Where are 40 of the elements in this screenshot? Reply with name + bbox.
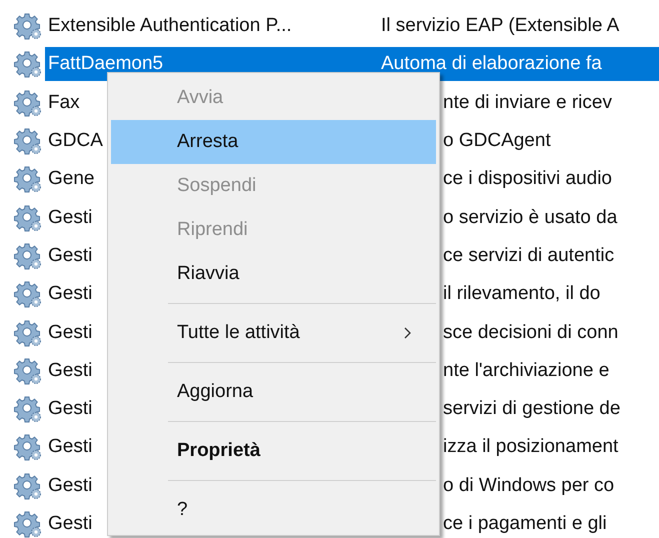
service-name: Gesti: [48, 398, 92, 420]
gear-icon: [14, 242, 42, 270]
gear-icon: [14, 318, 42, 347]
service-description: Il servizio EAP (Extensible A: [381, 15, 620, 38]
service-description: o servizio è usato da: [443, 206, 618, 229]
service-name: Extensible Authentication P...: [48, 15, 292, 36]
gear-icon: [14, 165, 42, 194]
service-description: nte l'archiviazione e: [443, 360, 610, 382]
gear-icon: [14, 12, 42, 40]
menu-item[interactable]: Riavvia: [111, 252, 436, 296]
gear-icon: [14, 127, 42, 156]
gear-icon: [14, 356, 42, 385]
menu-item[interactable]: Arresta: [111, 120, 436, 164]
menu-item[interactable]: Proprietà: [111, 429, 436, 473]
gear-icon: [14, 510, 42, 538]
service-name: FattDaemon5: [48, 53, 164, 74]
gear-icon: [14, 88, 42, 117]
service-name: Gesti: [48, 206, 92, 228]
gear-icon: [14, 472, 42, 500]
service-name: Gesti: [48, 474, 92, 496]
service-description: il rilevamento, il do: [443, 283, 600, 306]
service-name: Gesti: [48, 360, 92, 381]
gear-icon: [14, 395, 42, 424]
menu-item[interactable]: ?: [111, 488, 436, 532]
chevron-icon: [404, 327, 412, 339]
service-row[interactable]: Extensible Authentication P... Il servizio EAP (Extensible A: [45, 9, 659, 44]
gear-icon: [14, 280, 42, 308]
service-description: ce servizi di autentic: [443, 244, 614, 267]
service-name: Gesti: [48, 244, 92, 266]
service-name: Gesti: [48, 283, 92, 304]
service-description: ce i pagamenti e gli: [443, 513, 607, 535]
service-name: Gesti: [48, 513, 92, 534]
service-description: servizi di gestione de: [443, 398, 620, 420]
service-description: o di Windows per co: [443, 474, 614, 497]
service-description: Automa di elaborazione fa: [381, 53, 602, 76]
menu-item[interactable]: Aggiorna: [111, 370, 436, 414]
menu-item[interactable]: Tutte le attività: [111, 311, 436, 355]
gear-icon: [14, 50, 42, 78]
gear-icon: [14, 433, 42, 462]
gear-icon: [14, 204, 42, 232]
